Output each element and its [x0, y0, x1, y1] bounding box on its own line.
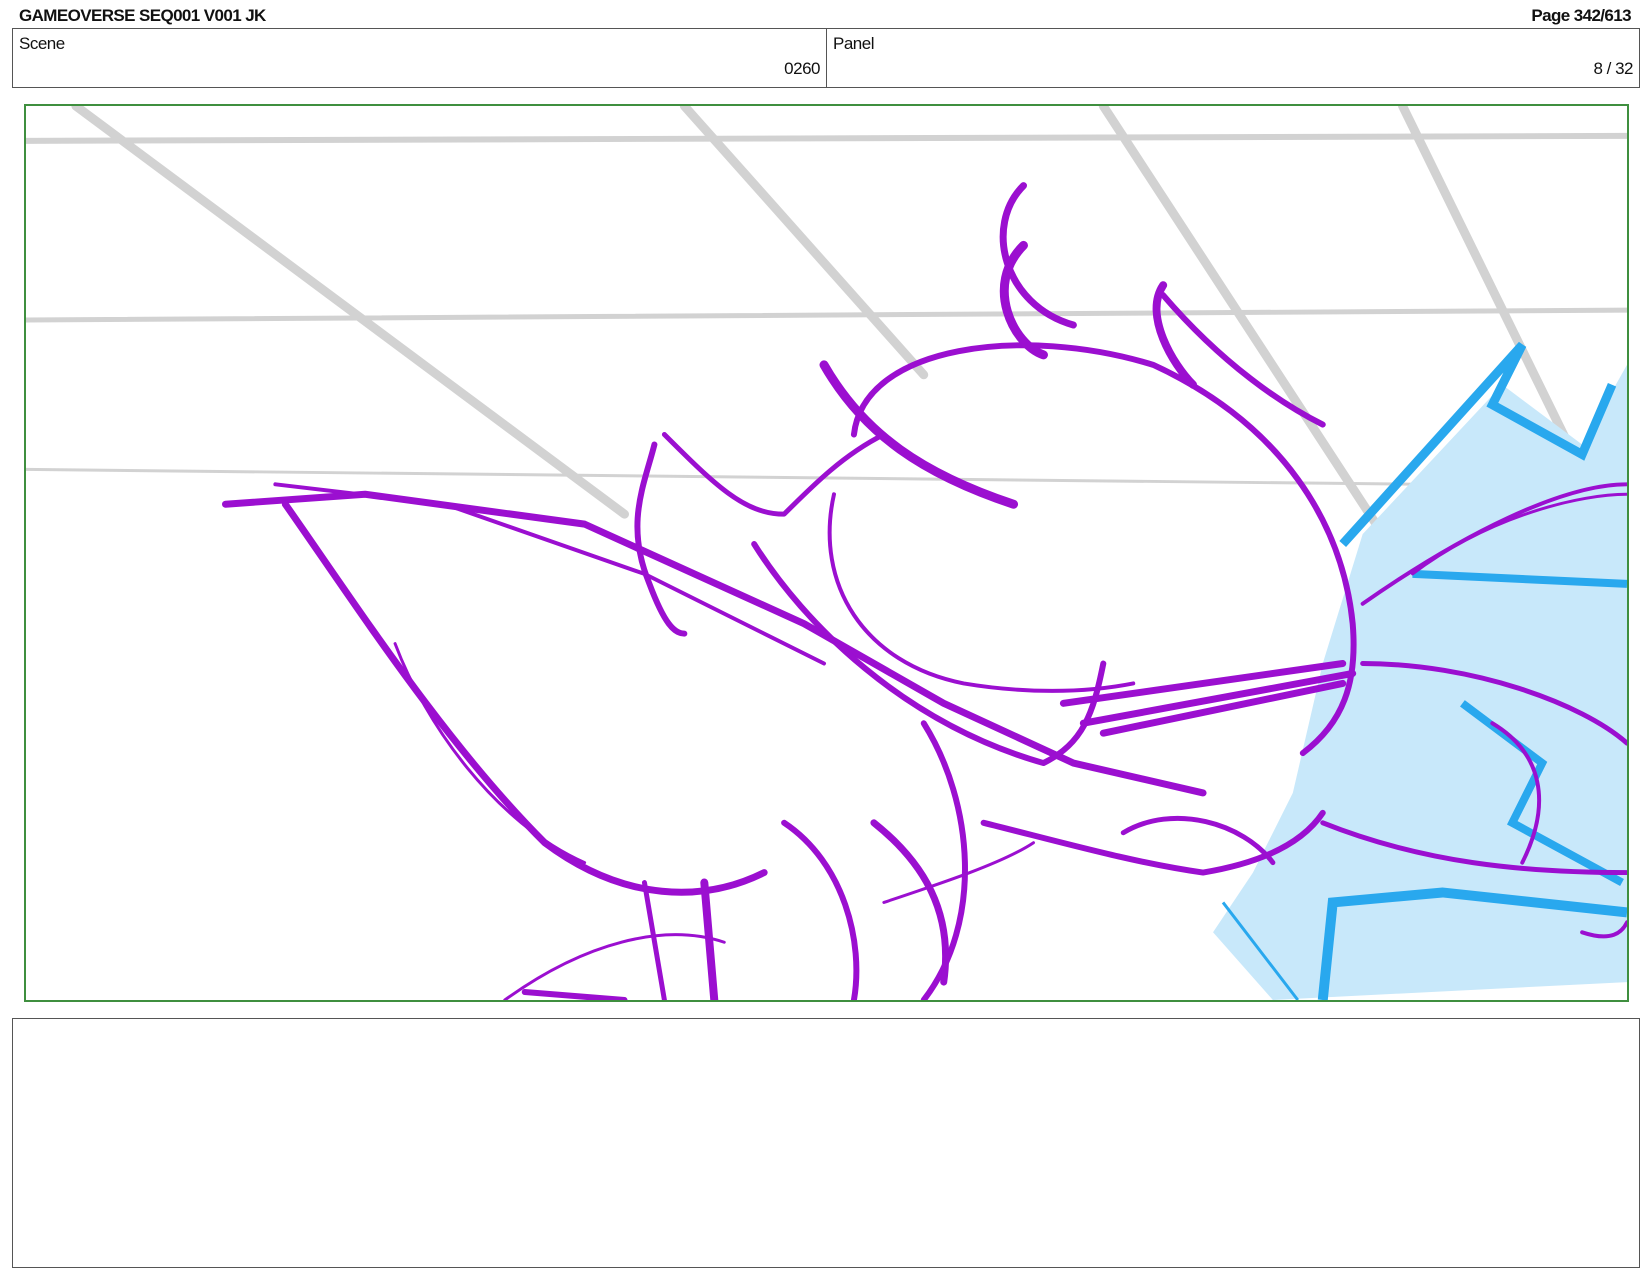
scene-label: Scene	[19, 34, 65, 53]
page-number: Page 342/613	[1531, 6, 1631, 25]
notes-box	[12, 1018, 1640, 1268]
sketch-artwork	[26, 106, 1627, 1000]
scene-cell: Scene 0260	[13, 29, 827, 87]
storyboard-panel-frame	[24, 104, 1629, 1002]
panel-value: 8 / 32	[1593, 59, 1633, 78]
panel-cell: Panel 8 / 32	[827, 29, 1639, 87]
document-title: GAMEOVERSE SEQ001 V001 JK	[19, 6, 266, 25]
panel-label: Panel	[833, 34, 874, 53]
scene-value: 0260	[784, 59, 820, 78]
info-row: Scene 0260 Panel 8 / 32	[12, 28, 1640, 88]
